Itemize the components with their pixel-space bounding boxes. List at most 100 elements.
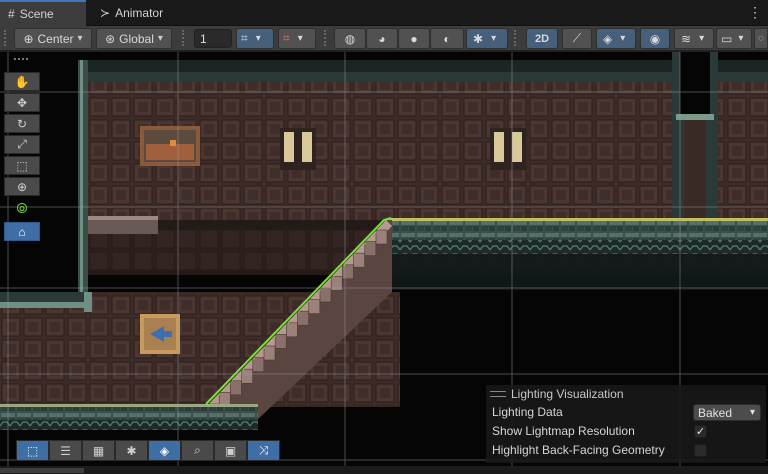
unlit-icon: ◐ [443,31,451,46]
stair-step [308,299,321,314]
shaded-button[interactable]: ● [398,28,430,49]
move-tool-button[interactable]: ✥ [4,93,40,112]
grid-snap-icon: ⌗ [241,31,248,45]
more-options-icon[interactable]: ⋮ [748,4,762,21]
rotate-tool-button[interactable]: ↻ [4,114,40,133]
hatch-button[interactable]: ▦ [82,440,115,461]
horizontal-scrollbar[interactable] [0,468,84,473]
exit-sign-decor [140,314,180,354]
camera-dropdown[interactable]: ▭ ▾ [716,28,752,49]
toolbar-grip [4,30,6,46]
unity-scene-window: # Scene ≻ Animator ⋮ ⊕ Center ⊛ Global 1… [0,0,768,474]
bug-button[interactable]: ✱ [115,440,148,461]
lighting-data-value: Baked [698,405,733,420]
chevron-down-icon: ▾ [699,33,705,44]
shuffle-icon: ⤨ [258,443,269,457]
rect-select-button[interactable]: ⬚ [16,440,49,461]
tile-tools-strip: ⬚ ☰ ▦ ✱ ◈ ⌕ ▣ ⤨ [16,440,280,461]
lower-floor-platform [0,404,258,430]
pivot-rotation-label: Global [119,31,154,46]
stair-step [274,334,287,349]
toolbar-grip-3 [324,30,326,46]
chevron-down-icon: ▾ [620,33,626,44]
gizmos-dropdown[interactable]: ◌ [754,28,768,49]
painting-decor [140,126,200,166]
gizmos-icon: ◌ [758,33,764,44]
show-lightmap-resolution-label: Show Lightmap Resolution [492,424,635,438]
stair-step [252,357,265,372]
unlit-button[interactable]: ◐ [430,28,464,49]
rotation-icon: ⊛ [105,31,116,46]
layers-dropdown[interactable]: ≋ ▾ [674,28,714,49]
animator-icon: ≻ [100,6,111,20]
window-decor-right [490,128,526,170]
grid-snap-increment-value: 1 [200,31,207,46]
collider-button[interactable]: ◈ [148,440,181,461]
transform-tool-button[interactable]: ⊕ [4,177,40,196]
stair-step [353,252,365,268]
scale-icon: ⤢ [17,137,27,151]
vertical-shaft [672,52,718,230]
show-lightmap-resolution-checkbox[interactable]: ✓ [694,425,707,438]
snap-settings-icon: ⌗ [283,31,290,45]
collider-icon: ◈ [159,443,170,458]
rotate-icon: ↻ [16,116,28,131]
pivot-mode-dropdown[interactable]: ⊕ Center [14,28,92,49]
shaded-wireframe-button[interactable]: ◕ [366,28,398,49]
stair-step [297,310,309,326]
pivot-icon: ⊕ [23,31,34,46]
tab-scene[interactable]: # Scene [0,0,86,26]
lighting-visualization-header[interactable]: Lighting Visualization [490,387,624,401]
edge-collider-tool-button[interactable]: ⦾ [4,199,40,218]
sprite-shape-tool-button[interactable]: ⌂ [4,222,40,241]
stair-step [375,229,388,245]
highlight-back-facing-label: Highlight Back-Facing Geometry [492,443,665,457]
hand-icon: ✋ [14,74,30,89]
highlight-back-facing-checkbox[interactable] [694,444,707,457]
grid-snap-increment-field[interactable]: 1 [194,29,232,48]
pivot-rotation-dropdown[interactable]: ⊛ Global [96,28,172,49]
rect-tool-button[interactable]: ⬚ [4,156,40,175]
bug-icon: ✱ [126,443,137,458]
wireframe-icon: ◍ [344,31,356,46]
lighting-toggle[interactable]: ⟋ [562,28,592,49]
mode-2d-label: 2D [534,32,550,45]
window-decor-left [280,128,316,170]
rect-icon: ⬚ [16,158,28,173]
visibility-toggle[interactable]: ◉ [640,28,670,49]
stair-step [263,345,276,361]
search-icon: ⌕ [194,443,201,457]
effects-dropdown[interactable]: ◈ ▾ [596,28,636,49]
toolbar-grip-2 [182,30,184,46]
pivot-mode-label: Center [37,31,74,46]
tab-animator[interactable]: ≻ Animator [94,0,184,26]
visibility-icon: ◉ [649,31,661,46]
camera-button[interactable]: ▣ [214,440,247,461]
stair-step [241,368,253,384]
tile-palette-button[interactable]: ☰ [49,440,82,461]
stair-step [286,322,298,338]
shuffle-button[interactable]: ⤨ [247,440,280,461]
debug-draw-mode-dropdown[interactable]: ✱ ▾ [466,28,508,49]
upper-floor-platform [388,218,768,290]
chevron-down-icon: ▾ [297,33,303,44]
scale-tool-button[interactable]: ⤢ [4,135,40,154]
layers-icon: ≋ [681,31,692,46]
lighting-data-dropdown[interactable]: Baked [693,404,761,421]
stair-step [319,287,332,303]
camera-icon: ▭ [721,31,733,46]
stair-step [364,241,377,256]
chevron-down-icon: ▾ [491,33,497,44]
view-tool-button[interactable]: ✋ [4,72,40,91]
search-button[interactable]: ⌕ [181,440,214,461]
lighting-visualization-title: Lighting Visualization [511,387,624,401]
edge-collider-icon: ⦾ [16,200,28,216]
lighting-visualization-panel: Lighting Visualization Lighting Data Bak… [486,385,766,463]
wireframe-button[interactable]: ◍ [334,28,366,49]
snap-settings-dropdown[interactable]: ⌗ ▾ [278,28,316,49]
grid-snap-toggle[interactable]: ⌗ ▾ [236,28,274,49]
tab-scene-label: Scene [19,7,54,21]
chevron-down-icon: ▾ [738,33,744,44]
mode-2d-toggle[interactable]: 2D [526,28,558,49]
effects-icon: ◈ [603,31,613,46]
